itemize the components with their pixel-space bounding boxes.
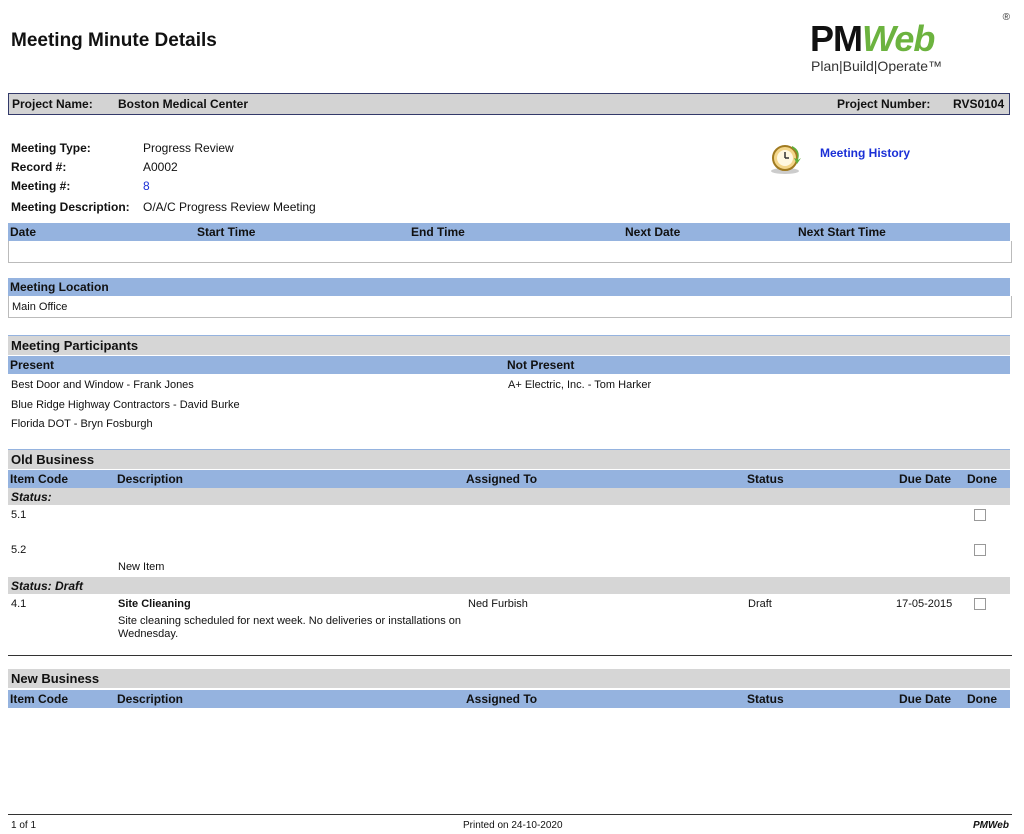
printed-date: Printed on 24-10-2020 [463, 820, 563, 831]
col-due-date: Due Date [899, 692, 952, 706]
old-business-header: Old Business [8, 449, 1010, 469]
meeting-desc: O/A/C Progress Review Meeting [143, 200, 316, 214]
old-business-columns: Item Code Description Assigned To Status… [8, 470, 1010, 488]
col-due-date: Due Date [899, 472, 952, 486]
item-code: 5.1 [11, 509, 27, 521]
pmweb-logo: PMWeb ® Plan|Build|Operate™ [810, 12, 1010, 74]
footer-divider [8, 814, 1012, 815]
participant-present: Florida DOT - Bryn Fosburgh [11, 418, 153, 430]
clock-history-icon[interactable] [768, 142, 804, 174]
meeting-type-label: Meeting Type: [11, 141, 91, 155]
project-number: RVS0104 [953, 97, 1005, 111]
record-number: A0002 [143, 160, 178, 174]
footer-brand: PMWeb [973, 820, 1009, 831]
meeting-type: Progress Review [143, 141, 234, 155]
schedule-row [8, 241, 1012, 263]
item-description: New Item [118, 561, 165, 573]
item-title: Site Clieaning [118, 598, 191, 610]
participant-present: Blue Ridge Highway Contractors - David B… [11, 399, 240, 411]
project-name: Boston Medical Center [118, 97, 249, 111]
item-code: 4.1 [11, 598, 27, 610]
new-business-header: New Business [8, 669, 1010, 688]
participant-present: Best Door and Window - Frank Jones [11, 379, 194, 391]
done-checkbox[interactable] [974, 509, 986, 521]
page-count: 1 of 1 [11, 820, 37, 831]
item-code: 5.2 [11, 544, 27, 556]
item-description: Site cleaning scheduled for next week. N… [118, 615, 462, 640]
col-status: Status [747, 692, 784, 706]
col-item-code: Item Code [10, 472, 69, 486]
meeting-desc-label: Meeting Description: [11, 200, 130, 214]
col-description: Description [117, 472, 184, 486]
project-name-label: Project Name: [12, 97, 93, 111]
section-divider [8, 655, 1012, 656]
col-description: Description [117, 692, 184, 706]
new-business-columns: Item Code Description Assigned To Status… [8, 690, 1010, 708]
col-next-start-time: Next Start Time [798, 225, 886, 239]
status-group-header: Status: Draft [8, 577, 1010, 594]
page-title: Meeting Minute Details [11, 30, 217, 51]
schedule-header: Date Start Time End Time Next Date Next … [8, 223, 1010, 241]
item-due-date: 17-05-2015 [896, 598, 953, 610]
col-done: Done [967, 692, 997, 706]
location-value: Main Office [12, 301, 68, 313]
col-present: Present [10, 358, 55, 372]
location-header: Meeting Location [8, 278, 1010, 296]
col-date: Date [10, 225, 37, 239]
project-bar: Project Name: Boston Medical Center Proj… [8, 93, 1010, 115]
meeting-number-label: Meeting #: [11, 179, 71, 193]
col-done: Done [967, 472, 997, 486]
logo-tagline: Plan|Build|Operate™ [811, 58, 943, 74]
location-row: Main Office [8, 296, 1012, 318]
col-status: Status [747, 472, 784, 486]
col-assigned-to: Assigned To [466, 692, 538, 706]
participant-not-present: A+ Electric, Inc. - Tom Harker [508, 379, 652, 391]
col-end-time: End Time [411, 225, 465, 239]
item-assigned-to: Ned Furbish [468, 598, 528, 610]
done-checkbox[interactable] [974, 544, 986, 556]
col-not-present: Not Present [507, 358, 575, 372]
item-status: Draft [748, 598, 772, 610]
record-label: Record #: [11, 160, 67, 174]
col-next-date: Next Date [625, 225, 681, 239]
status-group-header: Status: [8, 488, 1010, 505]
meeting-history-link[interactable]: Meeting History [820, 146, 910, 160]
col-item-code: Item Code [10, 692, 69, 706]
col-assigned-to: Assigned To [466, 472, 538, 486]
participants-header: Meeting Participants [8, 335, 1010, 355]
done-checkbox[interactable] [974, 598, 986, 610]
meeting-number-link[interactable]: 8 [143, 179, 150, 193]
participants-columns: Present Not Present [8, 356, 1010, 374]
project-number-label: Project Number: [837, 97, 931, 111]
col-start-time: Start Time [197, 225, 256, 239]
